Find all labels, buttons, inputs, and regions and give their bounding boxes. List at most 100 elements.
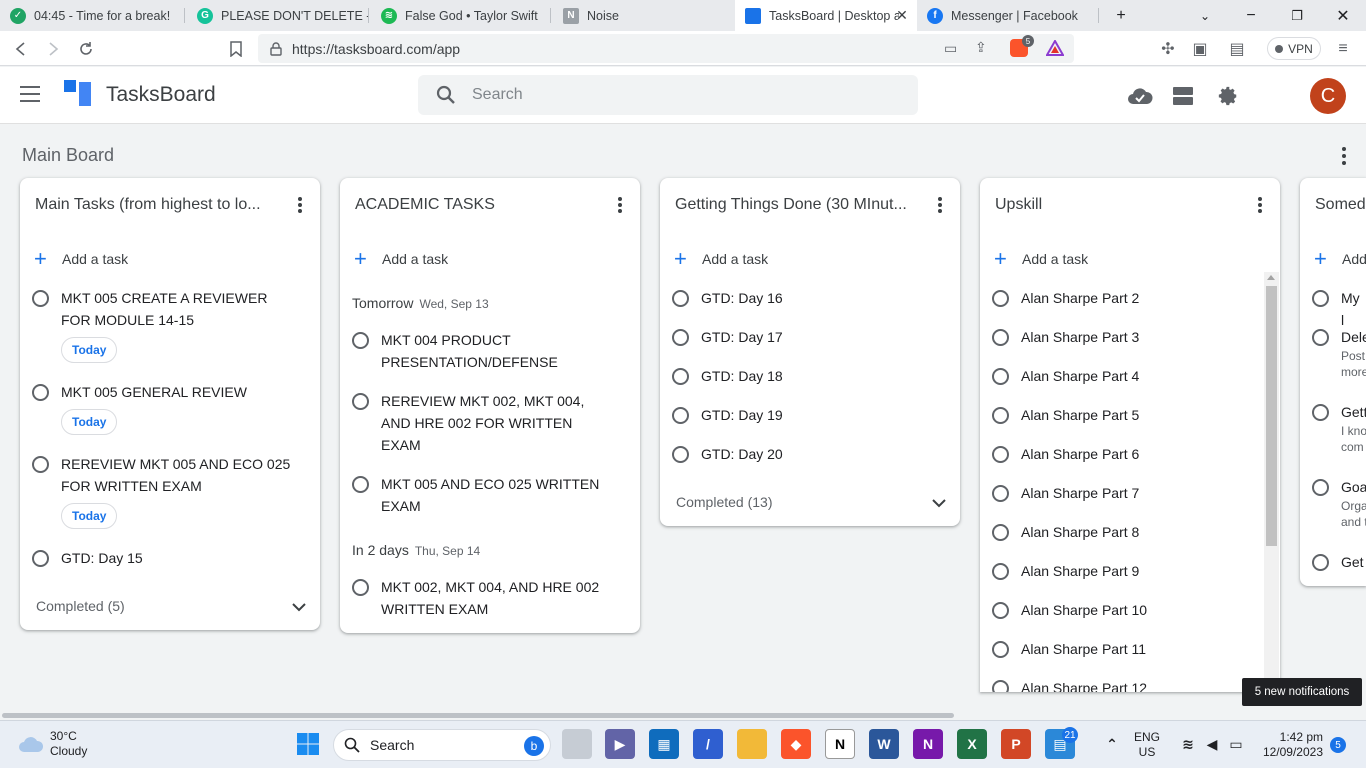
- list-more-icon[interactable]: [292, 195, 308, 215]
- task-complete-checkbox[interactable]: [992, 368, 1009, 385]
- browser-tab[interactable]: N Noise: [553, 0, 733, 31]
- task-item[interactable]: Alan Sharpe Part 5: [992, 406, 1139, 426]
- vpn-button[interactable]: VPN: [1267, 37, 1321, 60]
- forward-icon[interactable]: [42, 38, 64, 60]
- browser-tab[interactable]: ≋ False God • Taylor Swift: [371, 0, 551, 31]
- task-item[interactable]: Get: [1312, 553, 1364, 573]
- add-task-button[interactable]: + Add a task: [994, 248, 1088, 270]
- browser-tab-active[interactable]: TasksBoard | Desktop a ✕: [735, 0, 917, 31]
- notification-count-badge[interactable]: 5: [1330, 737, 1346, 753]
- board-more-icon[interactable]: [1334, 146, 1354, 166]
- minimize-icon[interactable]: −: [1228, 0, 1274, 31]
- task-item[interactable]: Alan Sharpe Part 6: [992, 445, 1139, 465]
- task-item[interactable]: REREVIEW MKT 002, MKT 004, AND HRE 002 FO…: [352, 392, 584, 456]
- task-complete-checkbox[interactable]: [672, 407, 689, 424]
- task-complete-checkbox[interactable]: [992, 641, 1009, 658]
- task-item[interactable]: Alan Sharpe Part 7: [992, 484, 1139, 504]
- restore-icon[interactable]: ❐: [1274, 0, 1320, 31]
- task-item[interactable]: GTD: Day 17: [672, 328, 783, 348]
- task-complete-checkbox[interactable]: [992, 407, 1009, 424]
- task-view-icon[interactable]: [562, 729, 592, 759]
- bookmark-icon[interactable]: [225, 38, 247, 60]
- battery-icon[interactable]: ▭: [1221, 729, 1251, 759]
- task-item[interactable]: MKT 005 GENERAL REVIEW: [32, 383, 247, 403]
- task-complete-checkbox[interactable]: [672, 329, 689, 346]
- new-tab-icon[interactable]: +: [1098, 0, 1144, 31]
- back-icon[interactable]: [10, 38, 32, 60]
- add-task-button[interactable]: + Add a task: [34, 248, 128, 270]
- task-complete-checkbox[interactable]: [992, 290, 1009, 307]
- brave-rewards-icon[interactable]: [1046, 40, 1064, 56]
- task-complete-checkbox[interactable]: [352, 332, 369, 349]
- task-item[interactable]: Alan Sharpe Part 4: [992, 367, 1139, 387]
- user-avatar[interactable]: C: [1310, 78, 1346, 114]
- task-item[interactable]: GTD: Day 20: [672, 445, 783, 465]
- task-complete-checkbox[interactable]: [992, 329, 1009, 346]
- cast-icon[interactable]: ▭: [944, 40, 957, 57]
- word-icon[interactable]: W: [869, 729, 899, 759]
- notion-icon[interactable]: N: [825, 729, 855, 759]
- add-task-button[interactable]: + Add a task: [354, 248, 448, 270]
- task-complete-checkbox[interactable]: [32, 290, 49, 307]
- task-item[interactable]: MKT 004 PRODUCT PRESENTATION/DEFENSE: [352, 331, 558, 373]
- list-title[interactable]: Somed: [1315, 196, 1366, 214]
- list-title[interactable]: Upskill: [995, 196, 1235, 214]
- task-complete-checkbox[interactable]: [672, 446, 689, 463]
- scroll-up-icon[interactable]: [1267, 275, 1275, 280]
- task-item[interactable]: Gett I kno com: [1312, 403, 1366, 455]
- onenote-icon[interactable]: N: [913, 729, 943, 759]
- task-complete-checkbox[interactable]: [352, 579, 369, 596]
- task-complete-checkbox[interactable]: [1312, 554, 1329, 571]
- teams-icon[interactable]: ▶: [605, 729, 635, 759]
- list-title[interactable]: ACADEMIC TASKS: [355, 196, 595, 214]
- address-bar[interactable]: https://tasksboard.com/app ▭ ⇪ 5: [258, 34, 1074, 63]
- task-complete-checkbox[interactable]: [32, 456, 49, 473]
- store-icon[interactable]: ▦: [649, 729, 679, 759]
- scrollbar-thumb[interactable]: [1266, 286, 1277, 546]
- language-indicator[interactable]: ENG US: [1134, 730, 1160, 760]
- task-complete-checkbox[interactable]: [992, 524, 1009, 541]
- cloud-done-icon[interactable]: [1127, 83, 1153, 109]
- task-item[interactable]: GTD: Day 19: [672, 406, 783, 426]
- task-complete-checkbox[interactable]: [672, 290, 689, 307]
- tray-overflow-icon[interactable]: ⌃: [1097, 729, 1127, 759]
- task-complete-checkbox[interactable]: [992, 446, 1009, 463]
- task-complete-checkbox[interactable]: [992, 485, 1009, 502]
- list-title[interactable]: Main Tasks (from highest to lo...: [35, 196, 275, 214]
- task-item[interactable]: My l: [1312, 289, 1366, 331]
- task-item[interactable]: Goa Orga and t: [1312, 478, 1366, 530]
- task-item[interactable]: Alan Sharpe Part 8: [992, 523, 1139, 543]
- list-title[interactable]: Getting Things Done (30 MInut...: [675, 196, 915, 214]
- task-complete-checkbox[interactable]: [1312, 290, 1329, 307]
- browser-menu-icon[interactable]: ≡: [1332, 38, 1354, 60]
- task-item[interactable]: Alan Sharpe Part 3: [992, 328, 1139, 348]
- completed-toggle[interactable]: Completed (5): [36, 598, 125, 614]
- add-task-button[interactable]: + Add: [1314, 248, 1366, 270]
- task-complete-checkbox[interactable]: [672, 368, 689, 385]
- chevron-down-icon[interactable]: [932, 498, 946, 508]
- browser-tab[interactable]: G PLEASE DON'T DELETE - Gr: [187, 0, 369, 31]
- task-item[interactable]: Alan Sharpe Part 11: [992, 640, 1146, 660]
- task-item[interactable]: Alan Sharpe Part 12: [992, 679, 1147, 692]
- task-complete-checkbox[interactable]: [32, 550, 49, 567]
- brave-browser-icon[interactable]: ◆: [781, 729, 811, 759]
- tab-search-icon[interactable]: ⌄: [1182, 0, 1228, 31]
- extensions-icon[interactable]: ✣: [1157, 38, 1179, 60]
- file-explorer-icon[interactable]: [737, 729, 767, 759]
- chevron-down-icon[interactable]: [292, 602, 306, 612]
- board-horizontal-scrollbar[interactable]: [0, 711, 1366, 720]
- bing-icon[interactable]: b: [524, 736, 544, 756]
- task-complete-checkbox[interactable]: [352, 476, 369, 493]
- sidebar-icon[interactable]: ▣: [1189, 38, 1211, 60]
- taskbar-search[interactable]: Search b: [333, 729, 551, 761]
- wallet-icon[interactable]: ▤: [1226, 38, 1248, 60]
- task-item[interactable]: MKT 005 AND ECO 025 WRITTEN EXAM: [352, 475, 599, 517]
- search-input[interactable]: Search: [418, 75, 918, 115]
- tab-close-icon[interactable]: ✕: [895, 8, 909, 22]
- task-complete-checkbox[interactable]: [992, 563, 1009, 580]
- task-item[interactable]: REREVIEW MKT 005 AND ECO 025 FOR WRITTEN …: [32, 455, 290, 497]
- task-complete-checkbox[interactable]: [1312, 479, 1329, 496]
- sketch-app-icon[interactable]: /: [693, 729, 723, 759]
- excel-icon[interactable]: X: [957, 729, 987, 759]
- clock[interactable]: 1:42 pm 12/09/2023: [1257, 730, 1323, 760]
